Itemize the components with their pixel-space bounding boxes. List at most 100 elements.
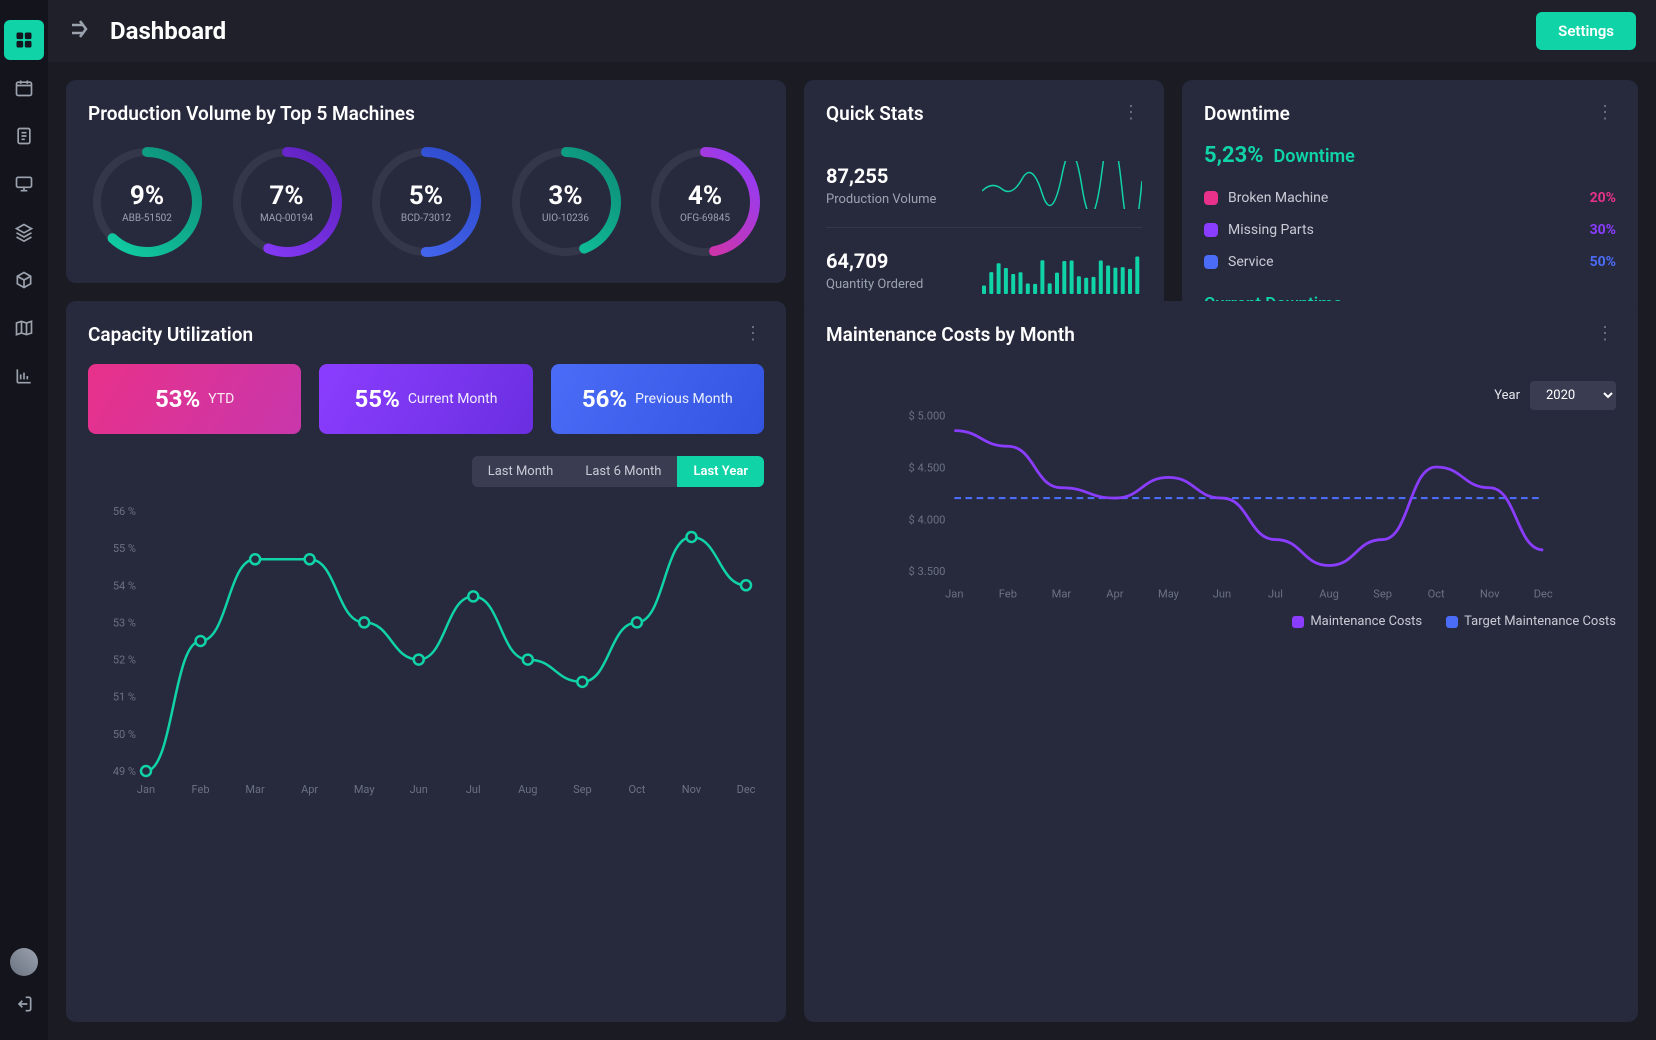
topbar: Dashboard Settings xyxy=(48,0,1656,62)
svg-text:55 %: 55 % xyxy=(113,542,136,555)
svg-text:Oct: Oct xyxy=(628,783,645,796)
svg-text:Feb: Feb xyxy=(999,587,1017,600)
dot-icon xyxy=(1204,191,1218,205)
svg-text:Mar: Mar xyxy=(245,783,265,796)
side-nav xyxy=(0,0,48,1040)
production-title: Production Volume by Top 5 Machines xyxy=(88,102,764,125)
svg-text:Nov: Nov xyxy=(1480,587,1500,600)
range-tab-last 6 month[interactable]: Last 6 Month xyxy=(569,456,677,487)
gauge-OFG-69845: 4% OFG-69845 xyxy=(646,143,764,261)
menu-toggle-icon[interactable] xyxy=(68,17,92,45)
svg-text:Aug: Aug xyxy=(1319,587,1339,600)
nav-document-icon[interactable] xyxy=(4,116,44,156)
svg-text:53 %: 53 % xyxy=(113,616,136,629)
svg-text:$ 3.500: $ 3.500 xyxy=(909,565,946,578)
stat-value: 87,255 xyxy=(826,164,936,188)
cap-tile-ytd[interactable]: 53%YTD xyxy=(88,364,301,434)
nav-layers-icon[interactable] xyxy=(4,212,44,252)
svg-text:$ 4.500: $ 4.500 xyxy=(909,461,946,474)
svg-text:Mar: Mar xyxy=(1052,587,1072,600)
gauge-pct: 5% xyxy=(409,181,443,211)
svg-text:56 %: 56 % xyxy=(113,505,136,518)
range-tab-last month[interactable]: Last Month xyxy=(472,456,570,487)
nav-logout-icon[interactable] xyxy=(4,984,44,1024)
svg-text:Jun: Jun xyxy=(410,783,428,796)
stat-row: 87,255 Production Volume xyxy=(826,143,1142,228)
svg-text:Jan: Jan xyxy=(945,587,963,600)
svg-text:Oct: Oct xyxy=(1428,587,1445,600)
svg-text:Nov: Nov xyxy=(682,783,702,796)
nav-map-icon[interactable] xyxy=(4,308,44,348)
downtime-title: Downtime xyxy=(1204,102,1616,125)
svg-text:52 %: 52 % xyxy=(113,654,136,667)
svg-text:Apr: Apr xyxy=(301,783,318,796)
svg-text:$ 4.000: $ 4.000 xyxy=(909,513,946,526)
svg-text:51 %: 51 % xyxy=(113,691,136,704)
gauge-pct: 3% xyxy=(548,181,582,211)
svg-text:Sep: Sep xyxy=(573,783,592,796)
page-title: Dashboard xyxy=(110,17,226,45)
gauge-code: MAQ-00194 xyxy=(260,213,313,224)
svg-text:May: May xyxy=(1158,587,1180,600)
gauge-pct: 4% xyxy=(688,181,722,211)
gauge-code: OFG-69845 xyxy=(680,213,730,224)
quick-stats-title: Quick Stats xyxy=(826,102,1142,125)
capacity-title: Capacity Utilization xyxy=(88,323,764,346)
gauge-code: BCD-73012 xyxy=(401,213,451,224)
gauge-pct: 9% xyxy=(130,181,164,211)
stat-value: 64,709 xyxy=(826,249,923,273)
gauge-code: ABB-51502 xyxy=(122,213,172,224)
user-avatar[interactable] xyxy=(10,948,38,976)
svg-text:50 %: 50 % xyxy=(113,728,136,741)
gauge-ABB-51502: 9% ABB-51502 xyxy=(88,143,206,261)
legend-target: Target Maintenance Costs xyxy=(1464,614,1616,629)
svg-text:Dec: Dec xyxy=(1534,587,1553,600)
cap-tile-current month[interactable]: 55%Current Month xyxy=(319,364,532,434)
more-icon[interactable]: ⋮ xyxy=(744,323,764,344)
svg-text:Aug: Aug xyxy=(518,783,537,796)
gauge-code: UIO-10236 xyxy=(542,213,589,224)
range-tab-last year[interactable]: Last Year xyxy=(677,456,764,487)
maintenance-card: Maintenance Costs by Month ⋮ Year 2020 $… xyxy=(804,301,1638,1022)
nav-chart-icon[interactable] xyxy=(4,356,44,396)
capacity-card: Capacity Utilization ⋮ 53%YTD 55%Current … xyxy=(66,301,786,1022)
nav-calendar-icon[interactable] xyxy=(4,68,44,108)
svg-text:54 %: 54 % xyxy=(113,579,136,592)
dot-icon xyxy=(1204,223,1218,237)
gauge-pct: 7% xyxy=(269,181,303,211)
cap-tile-previous month[interactable]: 56%Previous Month xyxy=(551,364,764,434)
svg-text:Jan: Jan xyxy=(137,783,155,796)
svg-text:Feb: Feb xyxy=(192,783,210,796)
svg-text:May: May xyxy=(354,783,376,796)
more-icon[interactable]: ⋮ xyxy=(1122,102,1142,123)
svg-text:$ 5.000: $ 5.000 xyxy=(909,410,946,423)
nav-package-icon[interactable] xyxy=(4,260,44,300)
year-select[interactable]: 2020 xyxy=(1530,381,1616,410)
svg-text:Jul: Jul xyxy=(1268,587,1283,600)
more-icon[interactable]: ⋮ xyxy=(1596,323,1616,344)
nav-dashboard-icon[interactable] xyxy=(4,20,44,60)
svg-text:49 %: 49 % xyxy=(113,765,136,778)
stat-label: Production Volume xyxy=(826,192,936,207)
gauge-MAQ-00194: 7% MAQ-00194 xyxy=(228,143,346,261)
dot-icon xyxy=(1204,255,1218,269)
settings-button[interactable]: Settings xyxy=(1536,12,1636,50)
nav-monitor-icon[interactable] xyxy=(4,164,44,204)
maintenance-title: Maintenance Costs by Month xyxy=(826,323,1616,346)
year-label: Year xyxy=(1494,388,1520,403)
svg-text:Jul: Jul xyxy=(466,783,481,796)
legend-maint: Maintenance Costs xyxy=(1310,614,1422,629)
svg-text:Apr: Apr xyxy=(1106,587,1123,600)
svg-text:Sep: Sep xyxy=(1373,587,1392,600)
downtime-reason: Service50% xyxy=(1204,254,1616,270)
svg-text:Jun: Jun xyxy=(1213,587,1231,600)
downtime-label: Downtime xyxy=(1274,146,1355,167)
more-icon[interactable]: ⋮ xyxy=(1596,102,1616,123)
downtime-reason: Broken Machine20% xyxy=(1204,190,1616,206)
gauge-BCD-73012: 5% BCD-73012 xyxy=(367,143,485,261)
downtime-percent: 5,23% xyxy=(1204,143,1264,168)
svg-text:Dec: Dec xyxy=(737,783,756,796)
stat-label: Quantity Ordered xyxy=(826,277,923,292)
downtime-reason: Missing Parts30% xyxy=(1204,222,1616,238)
production-card: Production Volume by Top 5 Machines 9% AB… xyxy=(66,80,786,283)
